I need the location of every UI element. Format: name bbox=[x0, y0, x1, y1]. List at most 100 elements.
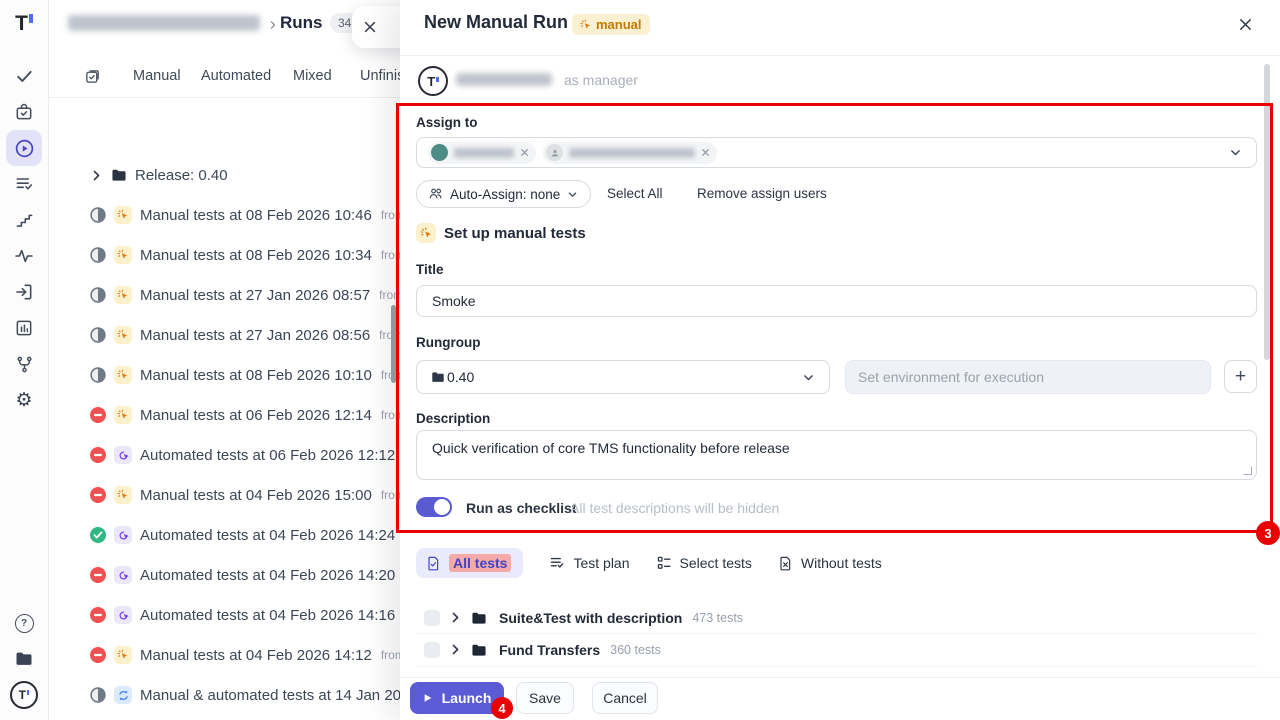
auto-assign-dropdown[interactable]: Auto-Assign: none bbox=[416, 180, 591, 208]
play-circle-icon bbox=[14, 138, 35, 159]
app-logo-icon[interactable]: T bbox=[6, 5, 42, 41]
run-list-item[interactable]: Manual & automated tests at 14 Jan 2026 bbox=[48, 675, 448, 715]
description-textarea[interactable]: Quick verification of core TMS functiona… bbox=[416, 430, 1257, 480]
cancel-button[interactable]: Cancel bbox=[592, 682, 658, 714]
sidebar-item-runs[interactable] bbox=[6, 130, 42, 166]
assign-to-select[interactable] bbox=[416, 137, 1257, 168]
header-divider bbox=[400, 55, 1280, 56]
sidebar-item-plans[interactable] bbox=[6, 166, 42, 202]
chevron-right-icon bbox=[449, 643, 462, 656]
breadcrumb-runs[interactable]: Runs bbox=[280, 13, 323, 33]
folder-icon bbox=[471, 642, 487, 658]
launch-button[interactable]: Launch bbox=[410, 682, 504, 714]
checklist-hint: All test descriptions will be hidden bbox=[570, 500, 779, 516]
run-folder-row[interactable]: Release: 0.40 bbox=[48, 155, 448, 195]
sidebar-item-profile[interactable]: T bbox=[6, 677, 42, 713]
sidebar-item-analytics[interactable] bbox=[6, 310, 42, 346]
suite-row[interactable]: Suite&Test with description 473 tests bbox=[400, 602, 1257, 633]
rungroup-select[interactable]: 0.40 bbox=[416, 360, 830, 394]
manual-run-icon bbox=[114, 486, 132, 504]
run-as-checklist-toggle[interactable] bbox=[416, 497, 452, 517]
environment-input[interactable] bbox=[845, 360, 1211, 394]
close-icon bbox=[1238, 17, 1253, 32]
sidebar-item-help[interactable]: ? bbox=[6, 605, 42, 641]
sidebar-item-settings[interactable]: ⚙ bbox=[6, 382, 42, 418]
run-list-item[interactable]: Manual tests at 08 Feb 2026 10:34from bbox=[48, 235, 448, 275]
assignee-chip bbox=[428, 142, 536, 164]
run-title: Release: 0.40 bbox=[135, 167, 228, 184]
page-scrollbar-thumb[interactable] bbox=[391, 305, 396, 383]
manual-run-icon bbox=[114, 246, 132, 264]
test-selection-tabs: All tests Test plan Select tests Without… bbox=[416, 548, 882, 578]
automated-run-icon bbox=[114, 566, 132, 584]
chevron-right-icon bbox=[449, 611, 462, 624]
avatar bbox=[431, 144, 448, 161]
tab-automated[interactable]: Automated bbox=[201, 68, 271, 84]
run-list-item[interactable]: Manual tests at 27 Jan 2026 08:56from bbox=[48, 315, 448, 355]
run-list-item[interactable]: Manual tests at 08 Feb 2026 10:10from bbox=[48, 355, 448, 395]
run-list-item[interactable]: Automated tests at 04 Feb 2026 14:20 bbox=[48, 555, 448, 595]
select-all-button[interactable]: Select All bbox=[607, 186, 663, 201]
save-button[interactable]: Save bbox=[516, 682, 574, 714]
run-list-item[interactable]: Manual tests at 06 Feb 2026 12:14from bbox=[48, 395, 448, 435]
run-list-item[interactable]: Automated tests at 06 Feb 2026 12:12 bbox=[48, 435, 448, 475]
check-icon bbox=[14, 66, 34, 86]
gear-icon: ⚙ bbox=[15, 391, 32, 410]
folder-icon bbox=[471, 610, 487, 626]
status-failed-icon bbox=[90, 647, 106, 663]
title-input[interactable] bbox=[416, 285, 1257, 317]
sidebar-item-pulse[interactable] bbox=[6, 238, 42, 274]
breadcrumb-project-blurred[interactable] bbox=[68, 15, 260, 31]
remove-assign-users-button[interactable]: Remove assign users bbox=[697, 186, 827, 201]
tab-select-tests[interactable]: Select tests bbox=[656, 555, 752, 571]
remove-assignee-icon[interactable] bbox=[520, 148, 529, 157]
tab-all-tests[interactable]: All tests bbox=[416, 548, 523, 578]
run-list-item[interactable]: Automated tests at 04 Feb 2026 14:24 bbox=[48, 515, 448, 555]
run-list-item[interactable]: Manual tests at 08 Feb 2026 10:46from bbox=[48, 195, 448, 235]
run-list-item[interactable]: Manual tests at 27 Jan 2026 08:57from bbox=[48, 275, 448, 315]
folder-icon bbox=[431, 370, 445, 384]
sidebar-item-projects[interactable] bbox=[6, 641, 42, 677]
chevron-down-icon bbox=[802, 371, 815, 384]
manual-run-icon bbox=[114, 646, 132, 664]
run-list-item[interactable]: Automated tests at 04 Feb 2026 14:16 bbox=[48, 595, 448, 635]
status-in-progress-icon bbox=[90, 207, 106, 223]
sidebar-item-branches[interactable] bbox=[6, 346, 42, 382]
tabs-divider bbox=[48, 97, 400, 98]
run-title: Manual tests at 08 Feb 2026 10:10 bbox=[140, 367, 372, 384]
checklist-label: Run as checklist bbox=[466, 500, 577, 516]
sidebar-item-results[interactable] bbox=[6, 58, 42, 94]
run-title: Manual tests at 08 Feb 2026 10:34 bbox=[140, 247, 372, 264]
sidebar-item-import[interactable] bbox=[6, 274, 42, 310]
tab-manual[interactable]: Manual bbox=[133, 68, 181, 84]
manual-cursor-icon bbox=[580, 19, 592, 31]
resize-handle[interactable] bbox=[1243, 466, 1252, 475]
add-environment-button[interactable]: + bbox=[1224, 360, 1257, 393]
sidebar-item-milestones[interactable] bbox=[6, 202, 42, 238]
profile-logo-icon: T bbox=[10, 681, 38, 709]
modal-close-button[interactable] bbox=[1236, 15, 1254, 33]
status-failed-icon bbox=[90, 487, 106, 503]
users-icon bbox=[429, 187, 443, 201]
suite-checkbox[interactable] bbox=[424, 642, 440, 658]
tab-mixed[interactable]: Mixed bbox=[293, 68, 332, 84]
manual-run-icon bbox=[114, 326, 132, 344]
run-list-item[interactable]: Manual tests at 04 Feb 2026 15:00from bbox=[48, 475, 448, 515]
close-icon bbox=[363, 20, 377, 34]
select-all-runs-icon[interactable] bbox=[84, 68, 101, 90]
suite-checkbox[interactable] bbox=[424, 610, 440, 626]
run-title: Manual tests at 06 Feb 2026 12:14 bbox=[140, 407, 372, 424]
suite-row[interactable]: Fund Transfers 360 tests bbox=[400, 634, 1257, 665]
modal-scrollbar-thumb[interactable] bbox=[1264, 64, 1270, 360]
status-failed-icon bbox=[90, 407, 106, 423]
rungroup-label: Rungroup bbox=[416, 335, 480, 350]
run-list-item[interactable]: Manual tests at 04 Feb 2026 14:12from bbox=[48, 635, 448, 675]
list-check-icon bbox=[549, 555, 565, 571]
tab-without-tests[interactable]: Without tests bbox=[778, 555, 882, 571]
remove-assignee-icon[interactable] bbox=[701, 148, 710, 157]
steps-icon bbox=[15, 211, 34, 230]
sidebar-item-test-cases[interactable] bbox=[6, 94, 42, 130]
annotation-badge-4: 4 bbox=[491, 697, 513, 719]
run-title: Manual tests at 27 Jan 2026 08:56 bbox=[140, 327, 370, 344]
tab-test-plan[interactable]: Test plan bbox=[549, 555, 629, 571]
